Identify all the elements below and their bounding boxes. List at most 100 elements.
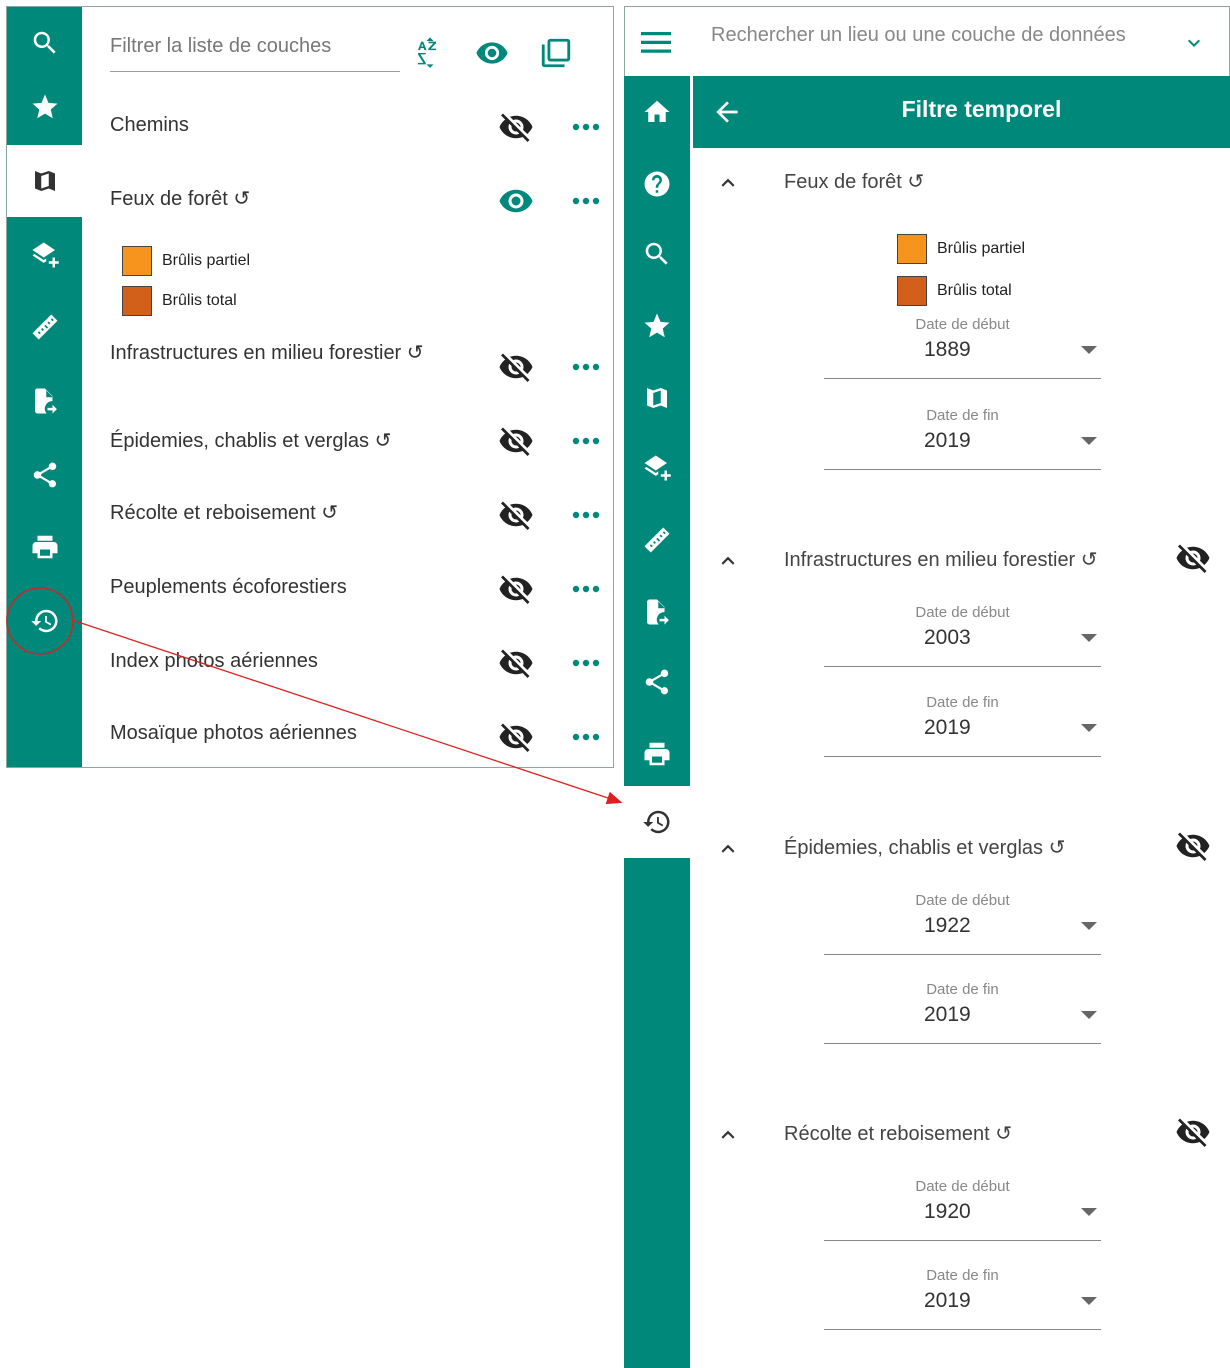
visibility-toggle[interactable] bbox=[496, 717, 536, 757]
layer-options-button[interactable] bbox=[566, 717, 606, 757]
time-filter-panel: Filtre temporel Feux de forêt ↺ Brûlis p… bbox=[624, 6, 1230, 1368]
visibility-toggle[interactable] bbox=[496, 347, 536, 387]
end-date-value: 2019 bbox=[924, 1289, 971, 1312]
more-horizontal-icon bbox=[572, 510, 600, 520]
share-icon bbox=[642, 667, 672, 697]
search-input[interactable] bbox=[709, 23, 1173, 48]
collapse-button[interactable] bbox=[715, 836, 743, 864]
layer-options-button[interactable] bbox=[566, 421, 606, 461]
map-tool-button[interactable] bbox=[624, 362, 690, 434]
dropdown-arrow-icon bbox=[1081, 634, 1097, 642]
layer-name[interactable]: Peuplements écoforestiers bbox=[110, 573, 450, 601]
time-filter-section: Récolte et reboisement ↺ Date de début 1… bbox=[693, 1118, 1230, 1358]
time-filter-section: Feux de forêt ↺ Brûlis partiel Brûlis to… bbox=[693, 166, 1230, 486]
end-date-select[interactable]: Date de fin 2019 bbox=[824, 1267, 1101, 1330]
search-tool-button[interactable] bbox=[624, 218, 690, 290]
time-filter-tool-button[interactable] bbox=[7, 585, 82, 657]
time-filter-section: Infrastructures en milieu forestier ↺ Da… bbox=[693, 544, 1230, 784]
layer-name[interactable]: Infrastructures en milieu forestier ↺ bbox=[110, 339, 450, 367]
visibility-toggle[interactable] bbox=[1175, 540, 1215, 580]
layer-filter-input[interactable] bbox=[110, 31, 400, 62]
legend-swatch bbox=[897, 276, 927, 306]
legend-label: Brûlis partiel bbox=[162, 252, 251, 269]
eye-icon bbox=[498, 183, 534, 219]
dropdown-arrow-icon bbox=[1081, 1208, 1097, 1216]
sort-button[interactable] bbox=[412, 35, 448, 71]
sort-az-icon bbox=[413, 36, 447, 70]
print-tool-button[interactable] bbox=[7, 511, 82, 583]
start-date-select[interactable]: Date de début 1920 bbox=[824, 1178, 1101, 1241]
layer-name[interactable]: Épidemies, chablis et verglas ↺ bbox=[110, 427, 450, 455]
layer-options-button[interactable] bbox=[566, 181, 606, 221]
more-horizontal-icon bbox=[572, 122, 600, 132]
visibility-toggle[interactable] bbox=[496, 569, 536, 609]
end-date-label: Date de fin bbox=[926, 981, 999, 998]
search-options-button[interactable] bbox=[1181, 31, 1207, 55]
visibility-toggle[interactable] bbox=[1175, 828, 1215, 868]
collapse-button[interactable] bbox=[715, 548, 743, 576]
legend-swatch bbox=[897, 234, 927, 264]
layer-options-button[interactable] bbox=[566, 347, 606, 387]
file-export-icon bbox=[30, 386, 60, 416]
layer-name[interactable]: Index photos aériennes bbox=[110, 647, 450, 675]
chevron-up-icon bbox=[715, 1122, 741, 1148]
add-layer-tool-button[interactable] bbox=[624, 432, 690, 504]
visibility-toggle[interactable] bbox=[496, 421, 536, 461]
ruler-icon bbox=[30, 312, 60, 342]
select-layers-button[interactable] bbox=[538, 35, 574, 71]
more-horizontal-icon bbox=[572, 436, 600, 446]
visibility-toggle[interactable] bbox=[496, 495, 536, 535]
eye-off-icon bbox=[498, 349, 534, 385]
start-date-value: 2003 bbox=[924, 626, 971, 649]
legend-label: Brûlis total bbox=[162, 292, 237, 309]
history-icon bbox=[642, 807, 672, 837]
share-tool-button[interactable] bbox=[7, 439, 82, 511]
start-date-select[interactable]: Date de début 2003 bbox=[824, 604, 1101, 667]
time-filter-section: Épidemies, chablis et verglas ↺ Date de … bbox=[693, 832, 1230, 1072]
layer-options-button[interactable] bbox=[566, 569, 606, 609]
visibility-toggle[interactable] bbox=[496, 643, 536, 683]
end-date-select[interactable]: Date de fin 2019 bbox=[824, 694, 1101, 757]
favorites-tool-button[interactable] bbox=[624, 290, 690, 362]
search-tool-button[interactable] bbox=[7, 7, 82, 79]
measure-tool-button[interactable] bbox=[624, 504, 690, 576]
layer-name[interactable]: Chemins bbox=[110, 111, 450, 139]
end-date-select[interactable]: Date de fin 2019 bbox=[824, 407, 1101, 470]
start-date-label: Date de début bbox=[915, 316, 1010, 333]
start-date-select[interactable]: Date de début 1922 bbox=[824, 892, 1101, 955]
add-layer-tool-button[interactable] bbox=[7, 219, 82, 291]
chevron-up-icon bbox=[715, 548, 741, 574]
help-button[interactable] bbox=[624, 148, 690, 220]
print-tool-button[interactable] bbox=[624, 718, 690, 790]
dropdown-arrow-icon bbox=[1081, 346, 1097, 354]
panel-title: Filtre temporel bbox=[901, 96, 1062, 122]
visibility-toggle[interactable] bbox=[1175, 1114, 1215, 1154]
start-date-select[interactable]: Date de début 1889 bbox=[824, 316, 1101, 379]
visibility-toggle[interactable] bbox=[496, 107, 536, 147]
time-filter-tool-button[interactable] bbox=[624, 786, 690, 858]
favorites-tool-button[interactable] bbox=[7, 71, 82, 143]
star-icon bbox=[30, 92, 60, 122]
collapse-button[interactable] bbox=[715, 170, 743, 198]
layer-options-button[interactable] bbox=[566, 495, 606, 535]
layer-options-button[interactable] bbox=[566, 107, 606, 147]
menu-button[interactable] bbox=[641, 29, 671, 55]
measure-tool-button[interactable] bbox=[7, 291, 82, 363]
visibility-toggle[interactable] bbox=[496, 181, 536, 221]
start-date-value: 1922 bbox=[924, 914, 971, 937]
map-tool-button[interactable] bbox=[7, 145, 82, 217]
share-tool-button[interactable] bbox=[624, 646, 690, 718]
export-tool-button[interactable] bbox=[7, 365, 82, 437]
home-button[interactable] bbox=[624, 76, 690, 148]
layer-options-button[interactable] bbox=[566, 643, 606, 683]
toggle-all-visibility-button[interactable] bbox=[474, 35, 510, 71]
layer-name[interactable]: Mosaïque photos aériennes bbox=[110, 719, 450, 747]
layer-name[interactable]: Récolte et reboisement ↺ bbox=[110, 499, 450, 527]
collapse-button[interactable] bbox=[715, 1122, 743, 1150]
chevron-down-icon bbox=[1181, 31, 1207, 55]
layer-name[interactable]: Feux de forêt ↺ bbox=[110, 185, 450, 213]
eye-off-icon bbox=[498, 719, 534, 755]
end-date-select[interactable]: Date de fin 2019 bbox=[824, 981, 1101, 1044]
export-tool-button[interactable] bbox=[624, 576, 690, 648]
eye-off-icon bbox=[498, 109, 534, 145]
